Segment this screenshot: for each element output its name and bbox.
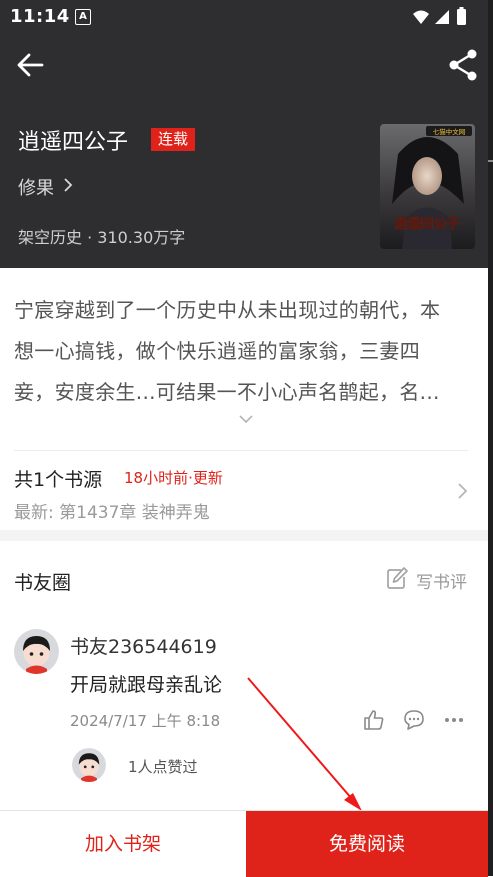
free-read-button[interactable]: 免费阅读: [246, 811, 488, 877]
divider: [14, 450, 468, 451]
synopsis-line: 妾，安度余生...可结果一不小心声名鹊起，名...: [14, 380, 440, 404]
synopsis-line: 宁宸穿越到了一个历史中从未出现过的朝代，本: [14, 298, 441, 322]
sources-updated: 18小时前·更新: [124, 469, 223, 487]
scroll-edge: [488, 0, 493, 876]
more-icon[interactable]: [442, 708, 466, 732]
comment-icon[interactable]: [402, 708, 426, 732]
book-sources-row[interactable]: 共1个书源 18小时前·更新 最新: 第1437章 装神弄鬼: [0, 455, 488, 527]
thumbs-up-icon[interactable]: [362, 708, 386, 732]
synopsis-line: 想一心搞钱，做个快乐逍遥的富家翁，三妻四: [14, 339, 420, 363]
bottom-action-bar: 加入书架 免费阅读: [0, 810, 488, 877]
annotation-arrow-icon: [247, 677, 362, 811]
write-review-button[interactable]: 写书评: [386, 566, 470, 593]
edge-marker: [488, 160, 493, 162]
avatar[interactable]: [14, 629, 59, 674]
status-bar: 11:14 A: [0, 0, 493, 34]
author-link[interactable]: 修果: [18, 174, 54, 200]
latest-chapter: 最新: 第1437章 装神弄鬼: [14, 503, 210, 523]
section-gap: [0, 530, 488, 541]
book-header: 11:14 A 逍遥四公子 连载 修果 架空历史 · 310.30万字 七猫中文…: [0, 0, 493, 268]
status-notification-icon: A: [75, 9, 91, 25]
post-username[interactable]: 书友236544619: [70, 632, 217, 659]
cover-publisher: 七猫中文网: [433, 127, 466, 136]
status-badge: 连载: [151, 128, 196, 151]
cover-title: 逍遥四公子: [394, 216, 459, 232]
write-review-label: 写书评: [416, 573, 467, 593]
chevron-right-icon: [458, 483, 468, 499]
battery-icon: [457, 9, 466, 25]
wifi-icon: [413, 10, 429, 24]
sources-title: 共1个书源: [14, 469, 103, 491]
status-icons: [413, 7, 466, 25]
status-time: 11:14: [10, 6, 70, 27]
likes-count: 1人点赞过: [128, 758, 198, 776]
community-title: 书友圈: [14, 572, 72, 594]
back-arrow-icon[interactable]: [14, 49, 46, 81]
post-timestamp: 2024/7/17 上午 8:18: [70, 712, 221, 730]
book-meta: 架空历史 · 310.30万字: [18, 228, 186, 247]
edit-icon: [387, 567, 408, 589]
signal-icon: [435, 10, 449, 24]
share-icon[interactable]: [447, 48, 479, 82]
post-text: 开局就跟母亲乱论: [70, 674, 223, 696]
chevron-right-icon: [64, 178, 73, 192]
add-to-shelf-button[interactable]: 加入书架: [0, 811, 246, 877]
book-cover[interactable]: 七猫中文网 逍遥四公子: [380, 124, 475, 249]
synopsis[interactable]: 宁宸穿越到了一个历史中从未出现过的朝代，本 想一心搞钱，做个快乐逍遥的富家翁，三…: [14, 290, 476, 413]
book-title: 逍遥四公子: [18, 130, 129, 155]
chevron-down-icon[interactable]: [238, 413, 254, 425]
liker-avatar[interactable]: [72, 748, 106, 782]
